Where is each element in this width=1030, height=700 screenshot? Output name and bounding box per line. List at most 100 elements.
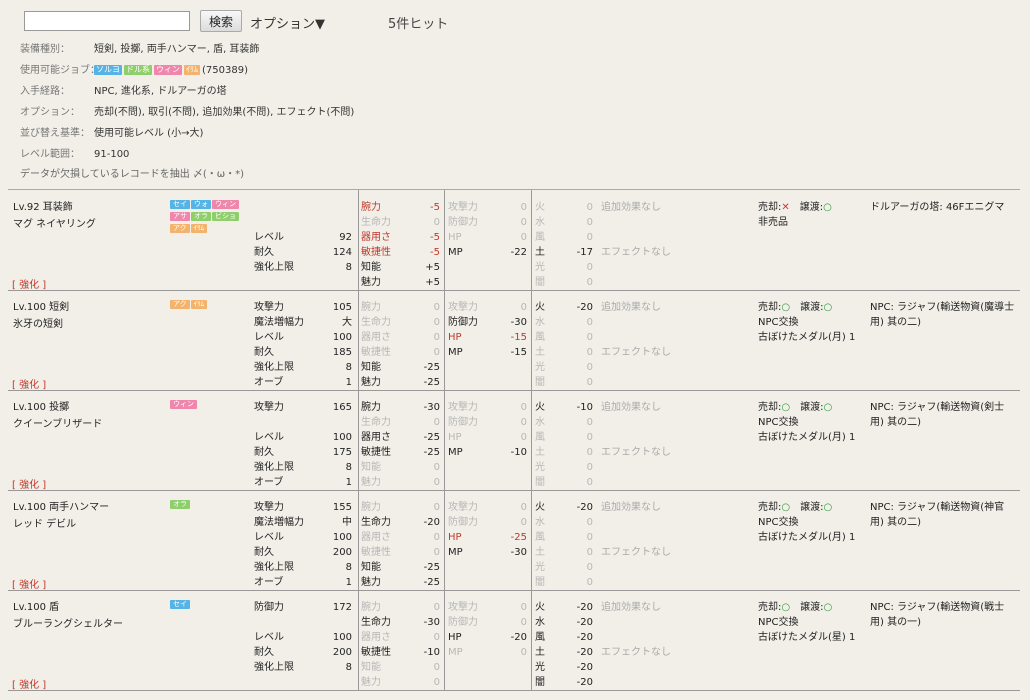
effect-text	[601, 615, 751, 630]
effect-text	[601, 530, 751, 545]
circle-icon: ○	[781, 602, 791, 613]
stat-row: レベル 92	[254, 230, 352, 245]
stat-label: 攻撃力	[448, 302, 478, 313]
stat-value: 0	[586, 347, 593, 358]
item-level-type: Lv.100 盾	[13, 602, 60, 613]
trade-info: 売却:○ 譲渡:○ NPC交換 古ぼけたメダル(星) 1	[758, 600, 868, 645]
trade-detail: NPC交換	[758, 617, 799, 628]
stat-row: 攻撃力 0	[448, 400, 527, 415]
stat-row: 魅力 -25	[361, 375, 440, 390]
stat-row: 闇0	[535, 475, 593, 490]
stat-row: 攻撃力 165	[254, 400, 352, 415]
item-source: NPC: ラジャフ(輸送物資(神官用) 其の二)	[870, 502, 1005, 528]
stat-label: 火	[535, 402, 545, 413]
stat-label: 闇	[535, 277, 545, 288]
combat-stats: 攻撃力 0 防御力 0 HP -25 MP -30	[448, 500, 527, 560]
job-tag: アク	[170, 224, 190, 233]
stat-label: 水	[535, 417, 545, 428]
effect-text: 追加効果なし	[601, 202, 661, 213]
effect-text: エフェクトなし	[601, 247, 671, 258]
item-name[interactable]: 氷牙の短剣	[13, 315, 63, 330]
item-name[interactable]: ブルーラングシェルター	[13, 615, 123, 630]
stat-label: 生命力	[361, 417, 391, 428]
stat-label: 風	[535, 532, 545, 543]
stat-label: 生命力	[361, 217, 391, 228]
circle-icon: ○	[823, 202, 832, 213]
job-tag: オラ	[191, 212, 211, 221]
stat-value: 0	[433, 317, 440, 328]
stat-row: 耐久 175	[254, 445, 352, 460]
item-name[interactable]: レッド デビル	[13, 515, 76, 530]
stat-row: 敏捷性 -5	[361, 245, 440, 260]
stat-value: 0	[586, 377, 593, 388]
stat-row: 魔法増幅力 大	[254, 315, 352, 330]
enhance-link[interactable]: [ 強化 ]	[12, 476, 46, 491]
stat-row: 強化上限 8	[254, 460, 352, 475]
stat-label: 土	[535, 247, 545, 258]
options-toggle[interactable]: オプション▼	[250, 13, 325, 32]
base-stats: 攻撃力 105 魔法増幅力 大レベル 100 耐久 185 強化上限 8 オーブ 1	[254, 300, 352, 390]
enhance-link[interactable]: [ 強化 ]	[12, 576, 46, 591]
stat-value: -17	[576, 247, 593, 258]
search-button[interactable]: 検索	[200, 10, 242, 32]
circle-icon: ○	[781, 502, 791, 513]
trade-info: 売却:○ 譲渡:○ NPC交換 古ぼけたメダル(月) 1	[758, 300, 868, 345]
trade-flags: 売却:○ 譲渡:○	[758, 500, 868, 515]
stat-label: 生命力	[361, 317, 391, 328]
enhance-link[interactable]: [ 強化 ]	[12, 376, 46, 391]
enhance-link[interactable]: [ 強化 ]	[12, 276, 46, 291]
stat-row: MP -15	[448, 345, 527, 360]
stat-label: 腕力	[361, 402, 381, 413]
stat-row: 生命力 0	[361, 315, 440, 330]
stat-label: 防御力	[448, 517, 478, 528]
stat-row: オーブ 1	[254, 475, 352, 490]
base-stats: レベル 92 耐久 124 強化上限 8	[254, 200, 352, 275]
enhance-link[interactable]: [ 強化 ]	[12, 676, 46, 691]
stat-row: 闇0	[535, 575, 593, 590]
stat-value: 100	[332, 432, 352, 443]
trade-flags: 売却:✕ 譲渡:○	[758, 200, 868, 215]
stat-row: 光0	[535, 460, 593, 475]
trade-info: 売却:✕ 譲渡:○ 非売品	[758, 200, 868, 230]
circle-icon: ○	[823, 302, 833, 313]
stat-label: 腕力	[361, 202, 381, 213]
extract-missing-link[interactable]: データが欠損しているレコードを抽出 〆(・ω・*)	[20, 167, 244, 183]
stat-row: 火 -20	[535, 500, 593, 515]
sell-label: 売却:	[758, 402, 782, 413]
stat-value: -10	[510, 447, 527, 458]
trade-detail: NPC交換	[758, 417, 799, 428]
stat-label: 生命力	[361, 617, 391, 628]
item-level-type: Lv.100 短剣	[13, 302, 70, 313]
stat-row: 攻撃力 0	[448, 300, 527, 315]
stat-row: 知能 +5	[361, 260, 440, 275]
stat-row: 生命力 -20	[361, 515, 440, 530]
item-name[interactable]: マグ ネイヤリング	[13, 215, 96, 230]
column-divider	[444, 590, 445, 690]
element-stats: 火 0 水 0 風 0 土 -17 光 0 闇 0	[535, 200, 593, 290]
stat-value: 0	[433, 217, 440, 228]
stat-value: +5	[425, 277, 440, 288]
stat-label: 防御力	[448, 417, 478, 428]
stat-row: 光0	[535, 360, 593, 375]
stat-value: -25	[423, 577, 440, 588]
stat-label: 火	[535, 202, 545, 213]
stat-row: 魅力 0	[361, 475, 440, 490]
job-tag: セイ	[170, 200, 190, 209]
stat-row: 水0	[535, 515, 593, 530]
trade-flags: 売却:○ 譲渡:○	[758, 600, 868, 615]
stat-row: 風0	[535, 430, 593, 445]
stat-label: 魅力	[361, 477, 381, 488]
item-name[interactable]: クイーンブリザード	[13, 415, 102, 430]
stat-value: 8	[345, 262, 352, 273]
stat-row: 器用さ 0	[361, 530, 440, 545]
give-label: 譲渡:	[800, 402, 824, 413]
effect-text: 追加効果なし	[601, 602, 661, 613]
stat-label: 闇	[535, 477, 545, 488]
stat-value: 0	[433, 677, 440, 688]
stat-row: 耐久 124	[254, 245, 352, 260]
stat-row	[254, 200, 352, 215]
combat-stats: 攻撃力 0 防御力 0 HP -20 MP 0	[448, 600, 527, 660]
stat-label: 耐久	[254, 347, 274, 358]
search-input[interactable]	[24, 11, 190, 31]
element-stats: 火 -20 水 0 風 0 土 0 光 0 闇 0	[535, 500, 593, 590]
